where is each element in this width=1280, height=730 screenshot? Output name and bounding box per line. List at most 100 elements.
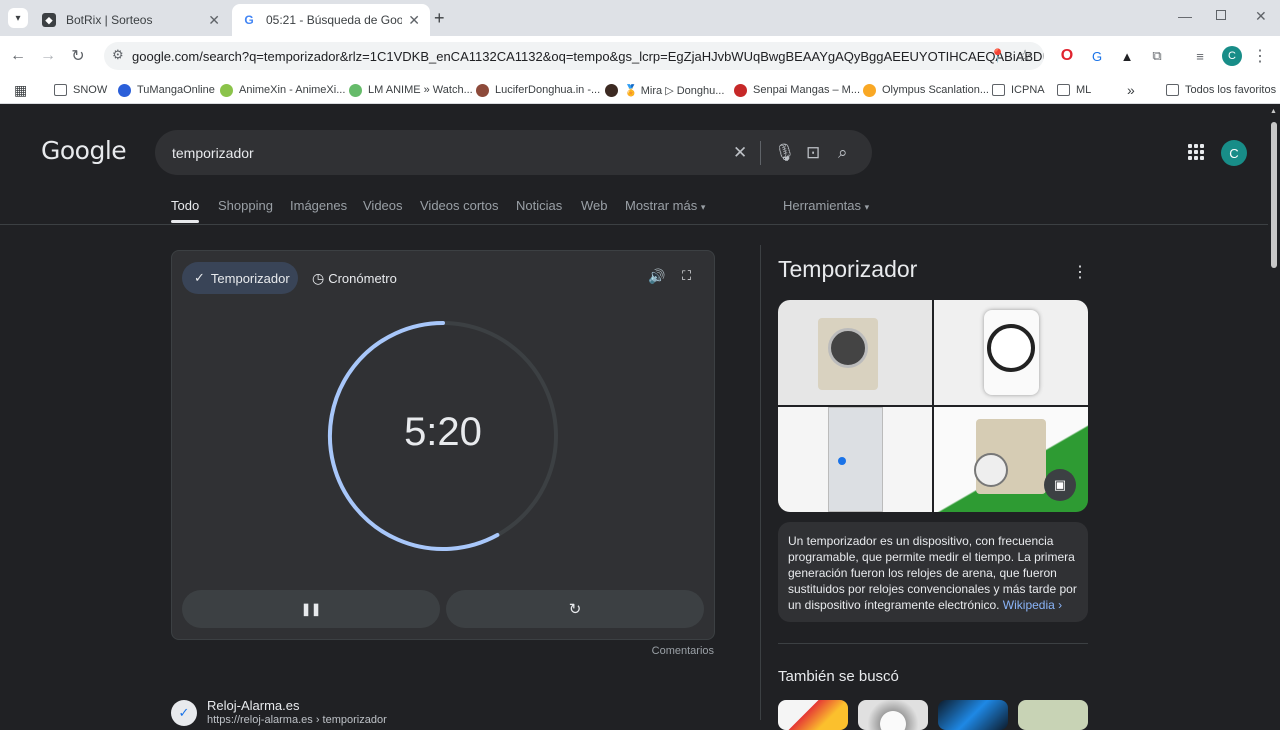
reload-icon[interactable]: ↻ (68, 46, 88, 66)
clear-search-icon[interactable]: ✕ (733, 143, 747, 163)
opera-icon[interactable]: O (1057, 46, 1077, 66)
plug-dial-graphic (987, 324, 1035, 372)
timer-image-3[interactable] (778, 407, 932, 512)
close-tab-icon[interactable]: ✕ (208, 12, 220, 29)
din-timer-graphic (828, 407, 883, 512)
tab-web[interactable]: Web (581, 198, 608, 213)
bookmark-ml[interactable]: ML (1057, 80, 1091, 100)
extension-icon[interactable]: ▲ (1117, 46, 1137, 66)
reset-button[interactable]: ↻ (446, 590, 704, 628)
bookmark-label: TuMangaOnline (137, 84, 215, 96)
tab-videos-cortos[interactable]: Videos cortos (420, 198, 499, 213)
google-logo[interactable]: Google (41, 136, 127, 165)
knowledge-panel-description: Un temporizador es un dispositivo, con f… (778, 522, 1088, 622)
location-icon[interactable]: 📍 (988, 46, 1008, 66)
timer-value[interactable]: 5:20 (343, 410, 543, 455)
restore-icon[interactable] (1216, 10, 1226, 20)
tab-shopping[interactable]: Shopping (218, 198, 273, 213)
minimize-icon[interactable]: — (1178, 8, 1192, 24)
also-searched-item[interactable] (938, 700, 1008, 730)
pause-button[interactable]: ❚❚ (182, 590, 440, 628)
bookmark-tumangaonline[interactable]: TuMangaOnline (118, 80, 215, 100)
fullscreen-icon[interactable]: ⛶ (682, 268, 691, 284)
clock-icon: ◷ (312, 269, 325, 286)
extensions-puzzle-icon[interactable]: ⧉ (1147, 46, 1167, 66)
site-info-icon[interactable]: ⚙ (112, 47, 124, 63)
scroll-up-icon[interactable]: ▲ (1270, 108, 1277, 115)
also-searched-item[interactable] (858, 700, 928, 730)
tab-title: 05:21 - Búsqueda de Google (266, 13, 403, 27)
view-images-icon[interactable]: ▣ (1044, 469, 1076, 501)
dropdown-arrow-icon: ▾ (700, 202, 706, 212)
bookmark-label: LuciferDonghua.in -... (495, 84, 601, 96)
google-favicon-icon: G (244, 13, 254, 27)
tab-videos[interactable]: Videos (363, 198, 403, 213)
botrix-favicon-icon: ◆ (42, 13, 56, 27)
result-site-name[interactable]: Reloj-Alarma.es (207, 698, 299, 713)
more-options-icon[interactable]: ⋮ (1072, 262, 1088, 282)
tab-botrix[interactable]: ◆ BotRix | Sorteos ✕ (32, 4, 230, 36)
bookmark-all-favorites[interactable]: Todos los favoritos (1166, 80, 1276, 100)
folder-icon (992, 84, 1005, 96)
result-url[interactable]: https://reloj-alarma.es › temporizador (207, 714, 387, 726)
tab-todo[interactable]: Todo (171, 198, 199, 213)
close-window-icon[interactable]: ✕ (1255, 8, 1267, 25)
tab-search-icon[interactable]: ▾ (8, 8, 28, 28)
stopwatch-tab[interactable]: ◷ Cronómetro (312, 262, 397, 294)
scrollbar-thumb[interactable] (1271, 122, 1277, 268)
also-searched-item[interactable] (1018, 700, 1088, 730)
voice-search-icon[interactable]: 🎙 (774, 143, 796, 163)
apps-grid-icon[interactable]: ▦ (14, 80, 27, 100)
bookmark-snow[interactable]: SNOW (54, 80, 107, 100)
timer-image-1[interactable] (778, 300, 932, 405)
bookmark-luciferdonghua[interactable]: LuciferDonghua.in -... (476, 80, 600, 100)
search-divider (760, 141, 761, 165)
tumanga-favicon-icon (118, 83, 131, 97)
blue-indicator-graphic (838, 457, 846, 465)
section-divider (778, 643, 1088, 644)
timer-tab[interactable]: ✓ Temporizador (182, 262, 298, 294)
forward-icon[interactable]: → (38, 46, 58, 66)
bookmark-label: 🏅 Mira ▷ Donghu... (624, 84, 725, 97)
bookmark-senpai-mangas[interactable]: Senpai Mangas – M... (734, 80, 860, 100)
address-bar[interactable]: ⚙ google.com/search?q=temporizador&rlz=1… (104, 42, 1044, 70)
tab-mostrar-mas[interactable]: Mostrar más ▾ (625, 198, 705, 213)
translate-icon[interactable]: G (1087, 46, 1107, 66)
tools-button[interactable]: Herramientas ▾ (783, 198, 869, 213)
new-tab-icon[interactable]: + (434, 8, 445, 29)
feedback-link[interactable]: Comentarios (600, 645, 714, 657)
search-icon[interactable]: ⌕ (838, 143, 848, 163)
timer-tab-label: Temporizador (210, 270, 290, 286)
mostrar-mas-label: Mostrar más (625, 198, 698, 213)
knowledge-panel-images[interactable]: ▣ (778, 300, 1088, 512)
tab-google-search[interactable]: G 05:21 - Búsqueda de Google ✕ (232, 4, 430, 36)
timer-image-2[interactable] (934, 300, 1088, 405)
wikipedia-link[interactable]: Wikipedia › (1003, 598, 1062, 612)
bookmark-label: LM ANIME » Watch... (368, 84, 473, 96)
account-avatar[interactable]: C (1221, 140, 1247, 166)
tab-imagenes[interactable]: Imágenes (290, 198, 347, 213)
tab-noticias[interactable]: Noticias (516, 198, 562, 213)
also-searched-item[interactable] (778, 700, 848, 730)
bookmark-lm-anime[interactable]: LM ANIME » Watch... (349, 80, 473, 100)
lens-search-icon[interactable]: ⊡ (806, 143, 820, 163)
bookmark-label: AnimeXin - AnimeXi... (239, 84, 346, 96)
bookmarks-overflow-icon[interactable]: » (1127, 80, 1135, 100)
profile-avatar[interactable]: C (1222, 46, 1242, 66)
bookmark-animexin[interactable]: AnimeXin - AnimeXi... (220, 80, 345, 100)
bookmark-icpna[interactable]: ICPNA (992, 80, 1045, 100)
bookmark-mira-donghua[interactable]: 🏅 Mira ▷ Donghu... (605, 80, 724, 100)
tab-strip: ▾ ◆ BotRix | Sorteos ✕ G 05:21 - Búsqued… (0, 0, 1280, 36)
lm-anime-favicon-icon (349, 83, 362, 97)
bookmark-olympus[interactable]: Olympus Scanlation... (863, 80, 989, 100)
media-control-icon[interactable]: ≡ (1190, 46, 1210, 66)
search-input[interactable]: temporizador (155, 130, 872, 175)
menu-icon[interactable]: ⋮ (1250, 46, 1270, 66)
bookmark-star-icon[interactable]: ☆ (1015, 46, 1035, 66)
back-icon[interactable]: ← (8, 46, 28, 66)
timer-image-4[interactable]: ▣ (934, 407, 1088, 512)
close-tab-icon[interactable]: ✕ (408, 12, 420, 29)
google-apps-icon[interactable] (1188, 144, 1204, 160)
dial-face-graphic (828, 328, 868, 368)
sound-icon[interactable]: 🔊 (648, 268, 665, 285)
